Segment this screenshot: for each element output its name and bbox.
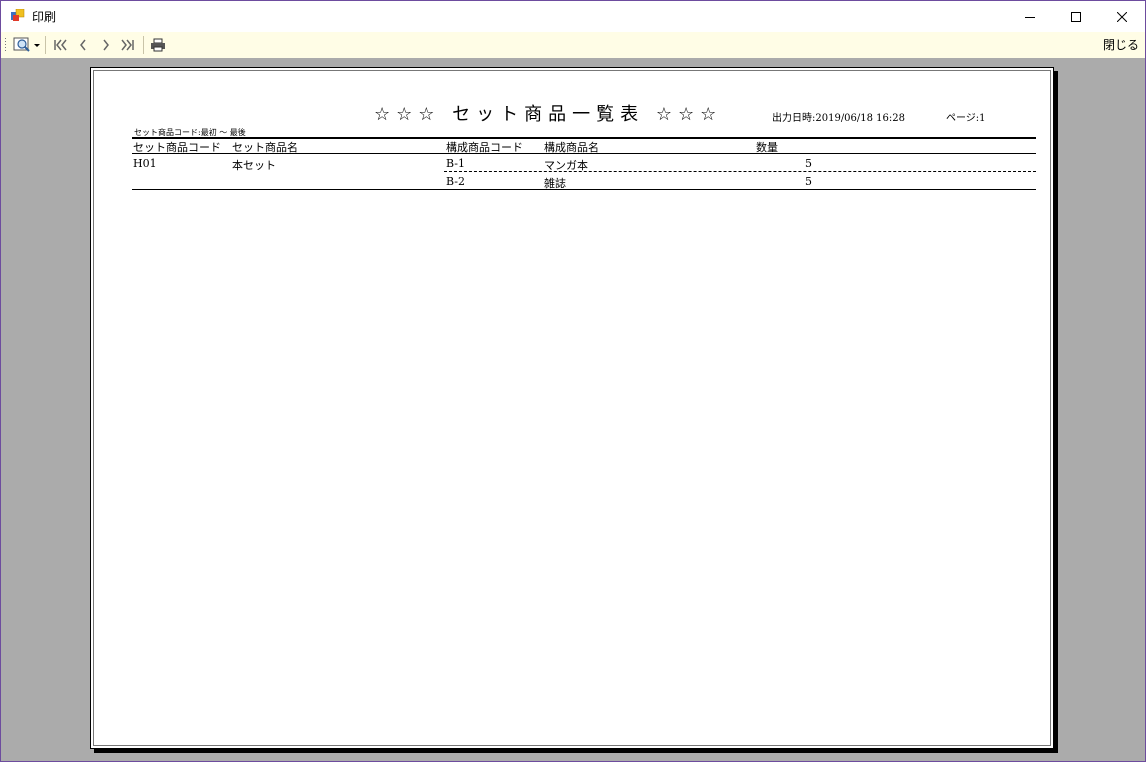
- title-bar[interactable]: 印刷: [1, 1, 1145, 32]
- table-bottom-rule: [132, 189, 1036, 190]
- last-page-icon: [121, 39, 134, 51]
- page-border: ☆☆☆ セット商品一覧表 ☆☆☆ 出力日時:2019/06/18 16:28 ペ…: [93, 70, 1051, 746]
- zoom-button[interactable]: [12, 35, 42, 55]
- row-2-component-code: B-2: [446, 175, 466, 188]
- printer-icon: [151, 38, 165, 52]
- prev-page-button[interactable]: [73, 35, 93, 55]
- toolbar-separator: [143, 36, 144, 54]
- toolbar-separator: [45, 36, 46, 54]
- toolbar: 閉じる: [1, 32, 1145, 58]
- first-page-icon: [54, 39, 67, 51]
- dropdown-arrow-icon: [34, 44, 40, 47]
- minimize-icon: [1025, 16, 1035, 18]
- window-title: 印刷: [32, 10, 57, 24]
- row-1-quantity: 5: [805, 157, 812, 170]
- row-divider: [444, 171, 1036, 172]
- report-title: ☆☆☆ セット商品一覧表 ☆☆☆: [374, 104, 723, 125]
- report-page: ☆☆☆ セット商品一覧表 ☆☆☆ 出力日時:2019/06/18 16:28 ペ…: [90, 67, 1054, 749]
- app-icon: [11, 9, 25, 21]
- row-1-component-code: B-1: [446, 157, 466, 170]
- minimize-button[interactable]: [1007, 1, 1053, 32]
- maximize-icon: [1071, 11, 1081, 22]
- zoom-icon: [13, 37, 40, 52]
- next-page-icon: [103, 39, 109, 51]
- print-preview-window: 印刷 閉じる ☆☆☆ セット商品一覧表 ☆☆☆ 出力日時:2019/06/18 …: [0, 0, 1146, 762]
- header-bottom-rule: [132, 153, 1036, 154]
- row-2-quantity: 5: [805, 175, 812, 188]
- page-number: ページ:1: [946, 113, 986, 124]
- last-page-button[interactable]: [118, 35, 138, 55]
- print-preview-area[interactable]: ☆☆☆ セット商品一覧表 ☆☆☆ 出力日時:2019/06/18 16:28 ペ…: [1, 58, 1145, 761]
- output-datetime: 出力日時:2019/06/18 16:28: [772, 113, 906, 124]
- row-1-set-code: H01: [133, 157, 157, 170]
- print-button[interactable]: [148, 35, 168, 55]
- toolbar-grip-icon[interactable]: [4, 37, 7, 53]
- close-icon: [1117, 11, 1127, 22]
- prev-page-icon: [80, 39, 86, 51]
- close-button[interactable]: 閉じる: [1103, 37, 1139, 53]
- maximize-button[interactable]: [1053, 1, 1099, 32]
- close-window-button[interactable]: [1099, 1, 1145, 32]
- first-page-button[interactable]: [50, 35, 70, 55]
- next-page-button[interactable]: [96, 35, 116, 55]
- row-1-set-name: 本セット: [232, 159, 276, 172]
